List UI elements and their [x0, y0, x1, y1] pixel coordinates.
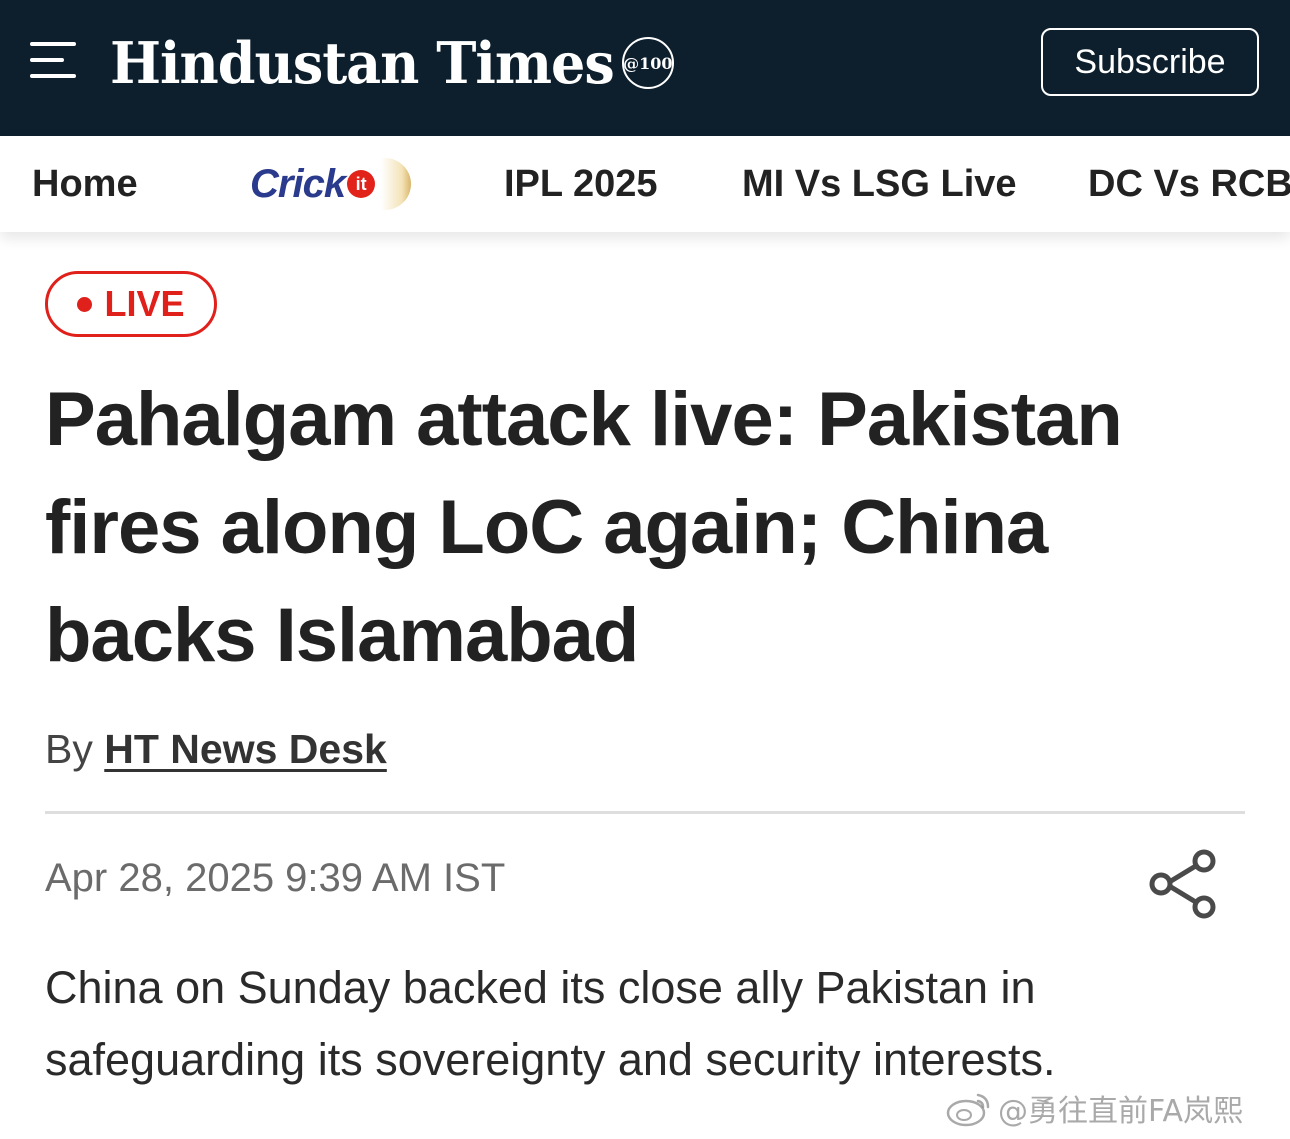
nav-item-home[interactable]: Home [32, 136, 138, 232]
article-headline: Pahalgam attack live: Pakistan fires alo… [45, 377, 1123, 678]
nav-item-dc-vs-rcb[interactable]: DC Vs RCB [1088, 136, 1290, 232]
watermark: @勇往直前FA岚熙 [946, 1086, 1243, 1130]
byline-prefix: By [45, 726, 93, 772]
logo-text: Hindustan Times [110, 29, 615, 97]
site-logo[interactable]: Hindustan Times @100 [110, 28, 674, 98]
crickit-logo-mark [381, 158, 412, 210]
share-icon[interactable] [1146, 844, 1220, 922]
crickit-logo-text: Crick [250, 161, 346, 206]
menu-icon[interactable] [30, 40, 78, 80]
crickit-logo-badge: it [347, 170, 376, 198]
divider [45, 811, 1245, 814]
subscribe-button[interactable]: Subscribe [1041, 28, 1259, 96]
watermark-text: @勇往直前FA岚熙 [998, 1094, 1244, 1129]
live-dot-icon [77, 296, 93, 312]
nav-item-mi-vs-lsg[interactable]: MI Vs LSG Live [742, 136, 1017, 232]
top-header: Hindustan Times @100 Subscribe [0, 0, 1290, 136]
live-label: LIVE [104, 283, 185, 324]
weibo-icon [946, 1093, 990, 1127]
byline: By HT News Desk [45, 726, 387, 773]
centenary-badge: @100 [621, 37, 674, 89]
article-summary: China on Sunday backed its close ally Pa… [45, 962, 1056, 1085]
category-nav: Home Crick it IPL 2025 MI Vs LSG Live DC … [0, 136, 1290, 232]
live-badge: LIVE [45, 271, 217, 337]
publish-timestamp: Apr 28, 2025 9:39 AM IST [45, 856, 506, 900]
nav-item-crickit[interactable]: Crick it [250, 136, 412, 232]
nav-item-ipl-2025[interactable]: IPL 2025 [504, 136, 658, 232]
author-link[interactable]: HT News Desk [104, 726, 387, 772]
